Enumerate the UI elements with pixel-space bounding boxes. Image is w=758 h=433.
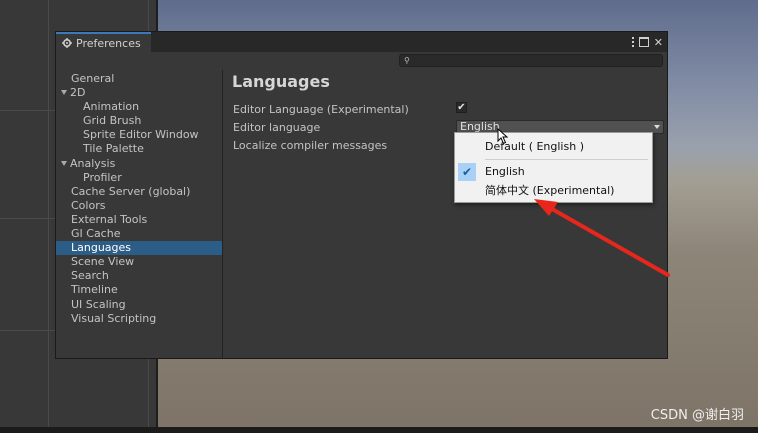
sidebar-item-label: GI Cache xyxy=(71,227,121,241)
sidebar-item-cache-server-global[interactable]: Cache Server (global) xyxy=(56,185,222,199)
more-options-icon[interactable] xyxy=(631,37,634,47)
language-dropdown-menu: Default ( English ) ✔ English 简体中文 (Expe… xyxy=(454,132,653,203)
search-input[interactable]: ⚲ xyxy=(399,54,663,67)
tab-title: Preferences xyxy=(76,36,141,50)
search-icon: ⚲ xyxy=(404,56,410,65)
window-controls: ✕ xyxy=(631,34,663,50)
sidebar-item-profiler[interactable]: Profiler xyxy=(56,171,222,185)
mouse-cursor-icon xyxy=(497,128,509,145)
sidebar-item-scene-view[interactable]: Scene View xyxy=(56,255,222,269)
sidebar-item-label: Scene View xyxy=(71,255,135,269)
localize-compiler-label: Localize compiler messages xyxy=(233,139,388,152)
sidebar-item-timeline[interactable]: Timeline xyxy=(56,283,222,297)
sidebar-item-external-tools[interactable]: External Tools xyxy=(56,213,222,227)
sidebar-item-label: Animation xyxy=(83,100,140,114)
sidebar-item-visual-scripting[interactable]: Visual Scripting xyxy=(56,312,222,326)
sidebar-item-label: Visual Scripting xyxy=(71,311,157,325)
menu-item-english[interactable]: English xyxy=(455,163,652,181)
expand-arrow-icon[interactable] xyxy=(61,90,67,96)
sidebar-item-colors[interactable]: Colors xyxy=(56,199,222,213)
sidebar-item-label: General xyxy=(71,72,115,85)
editor-language-experimental-checkbox[interactable]: ✔ xyxy=(456,102,467,113)
sidebar-item-label: External Tools xyxy=(71,212,148,226)
menu-item-simplified-chinese[interactable]: 简体中文 (Experimental) xyxy=(455,182,652,200)
window-titlebar[interactable]: Preferences ✕ xyxy=(56,32,667,52)
preferences-sidebar: General 2D Animation Grid Brush Sprite Edito… xyxy=(56,70,223,358)
sidebar-item-sprite-editor-window[interactable]: Sprite Editor Window xyxy=(56,128,222,142)
sidebar-item-label: Profiler xyxy=(83,170,122,184)
menu-item-default-english[interactable]: Default ( English ) xyxy=(455,138,652,156)
status-bar xyxy=(0,427,758,433)
grid-line xyxy=(48,0,49,433)
sidebar-item-grid-brush[interactable]: Grid Brush xyxy=(56,114,222,128)
sidebar-item-label: Colors xyxy=(71,198,106,212)
menu-separator xyxy=(485,159,648,160)
sidebar-item-languages[interactable]: Languages xyxy=(56,241,222,256)
sidebar-item-label: Languages xyxy=(71,241,132,255)
sidebar-item-label: Cache Server (global) xyxy=(71,184,191,198)
window-toolbar: ⚲ xyxy=(56,52,667,70)
sidebar-item-label: Search xyxy=(71,269,109,283)
sidebar-item-2d[interactable]: 2D xyxy=(56,86,222,100)
sidebar-item-label: Tile Palette xyxy=(83,142,144,156)
close-icon[interactable]: ✕ xyxy=(654,36,663,49)
editor-language-label: Editor language xyxy=(233,121,321,134)
sidebar-item-label: UI Scaling xyxy=(71,297,126,311)
gear-icon xyxy=(62,38,72,48)
tab-preferences[interactable]: Preferences xyxy=(56,32,151,52)
watermark-text: CSDN @谢白羽 xyxy=(650,408,744,423)
sidebar-item-label: Timeline xyxy=(71,283,118,297)
sidebar-item-ui-scaling[interactable]: UI Scaling xyxy=(56,298,222,312)
page-title: Languages xyxy=(232,72,330,91)
sidebar-item-analysis[interactable]: Analysis xyxy=(56,157,222,171)
sidebar-item-animation[interactable]: Animation xyxy=(56,100,222,114)
chevron-down-icon xyxy=(654,125,660,129)
expand-arrow-icon[interactable] xyxy=(61,160,67,166)
sidebar-item-gi-cache[interactable]: GI Cache xyxy=(56,227,222,241)
sidebar-item-label: Analysis xyxy=(70,156,116,170)
sidebar-list: General 2D Animation Grid Brush Sprite Edito… xyxy=(56,70,222,326)
preferences-content: Languages Editor Language (Experimental)… xyxy=(223,70,667,358)
editor-language-experimental-label: Editor Language (Experimental) xyxy=(233,103,409,116)
sidebar-item-general[interactable]: General xyxy=(56,72,222,86)
sidebar-item-label: Sprite Editor Window xyxy=(83,128,199,142)
checkmark-icon: ✔ xyxy=(457,102,466,113)
maximize-icon[interactable] xyxy=(638,37,649,47)
sidebar-item-label: Grid Brush xyxy=(83,114,142,128)
sidebar-item-search[interactable]: Search xyxy=(56,269,222,283)
sidebar-item-tile-palette[interactable]: Tile Palette xyxy=(56,142,222,156)
sidebar-item-label: 2D xyxy=(70,86,86,100)
